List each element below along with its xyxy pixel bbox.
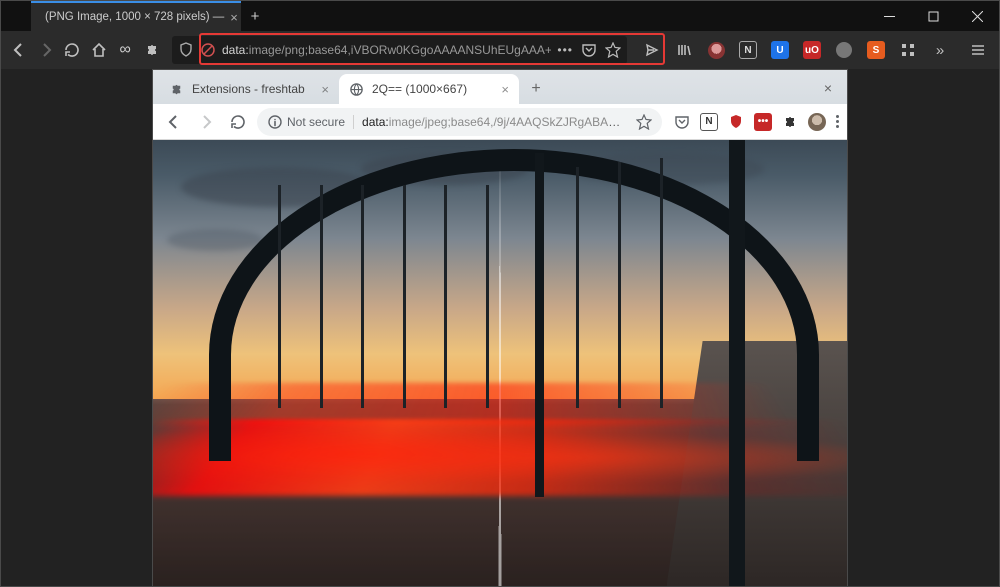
chrome-tab-image[interactable]: 2Q== (1000×667) ×: [339, 74, 519, 104]
pocket-icon[interactable]: [581, 42, 597, 58]
window-controls: [867, 1, 999, 31]
firefox-content-area: Extensions - freshtab × 2Q== (1000×667) …: [1, 69, 999, 586]
site-permission-icon[interactable]: [200, 42, 216, 58]
grid-extension-icon[interactable]: [893, 36, 923, 64]
globe-icon: [349, 82, 364, 97]
chrome-reload-button[interactable]: [225, 109, 251, 135]
chrome-tab-extensions[interactable]: Extensions - freshtab ×: [159, 74, 339, 104]
library-icon[interactable]: [669, 36, 699, 64]
bitwarden-extension-icon[interactable]: U: [765, 36, 795, 64]
chrome-back-button[interactable]: [161, 109, 187, 135]
stylus-extension-icon[interactable]: S: [861, 36, 891, 64]
chrome-window: Extensions - freshtab × 2Q== (1000×667) …: [153, 70, 847, 586]
forward-button[interactable]: [34, 36, 59, 64]
bridge-sunset-image: [153, 140, 847, 586]
firefox-toolbar: ∞ data:image/png;base64,iVBORw0KGgoAAAAN…: [1, 31, 999, 69]
addons-puzzle-icon[interactable]: [140, 36, 165, 64]
extensions-puzzle-icon[interactable]: [782, 114, 798, 130]
firefox-right-extensions: N U uO S »: [637, 36, 993, 64]
tab-close-icon[interactable]: ×: [501, 82, 509, 97]
lastpass-extension-icon[interactable]: •••: [754, 113, 772, 131]
firefox-url-bar[interactable]: data:image/png;base64,iVBORw0KGgoAAAANSU…: [172, 36, 627, 64]
notion-extension-icon[interactable]: N: [700, 113, 718, 131]
tab-close-icon[interactable]: ×: [230, 10, 238, 25]
chrome-close-window-button[interactable]: ×: [815, 75, 841, 101]
pocket-extension-icon[interactable]: [674, 114, 690, 130]
firefox-titlebar: (PNG Image, 1000 × 728 pixels) — × +: [1, 1, 999, 31]
separator: [353, 115, 354, 129]
security-chip[interactable]: Not secure: [267, 114, 345, 130]
chrome-content-viewport: [153, 140, 847, 586]
send-tab-icon[interactable]: [637, 36, 667, 64]
back-button[interactable]: [7, 36, 32, 64]
firefox-tab[interactable]: (PNG Image, 1000 × 728 pixels) — ×: [31, 1, 241, 31]
chrome-profile-avatar-icon[interactable]: [808, 113, 826, 131]
chrome-bookmark-star-icon[interactable]: [636, 114, 652, 130]
ublock-shield-icon[interactable]: [728, 114, 744, 130]
firefox-new-tab-button[interactable]: +: [241, 1, 269, 31]
tab-close-icon[interactable]: ×: [321, 82, 329, 97]
home-button[interactable]: [87, 36, 112, 64]
puzzle-icon: [169, 82, 184, 97]
tracking-protection-icon[interactable]: [178, 42, 194, 58]
page-actions-ellipsis-icon[interactable]: •••: [557, 43, 573, 57]
chrome-tab-title: 2Q== (1000×667): [372, 82, 467, 96]
firefox-url-text: data:image/png;base64,iVBORw0KGgoAAAANSU…: [222, 43, 551, 57]
chrome-tab-title: Extensions - freshtab: [192, 82, 305, 96]
chrome-menu-button[interactable]: [836, 115, 839, 128]
firefox-tab-title: (PNG Image, 1000 × 728 pixels) —: [45, 11, 224, 23]
chrome-tabbar: Extensions - freshtab × 2Q== (1000×667) …: [153, 70, 847, 104]
bookmark-star-icon[interactable]: [605, 42, 621, 58]
ublock-extension-icon[interactable]: uO: [797, 36, 827, 64]
chrome-new-tab-button[interactable]: +: [523, 76, 549, 102]
reload-button[interactable]: [60, 36, 85, 64]
misc-extension-icon[interactable]: [829, 36, 859, 64]
firefox-menu-button[interactable]: [963, 36, 993, 64]
info-icon: [267, 114, 283, 130]
chrome-forward-button[interactable]: [193, 109, 219, 135]
notion-extension-icon[interactable]: N: [733, 36, 763, 64]
chrome-url-text: data:image/jpeg;base64,/9j/4AAQSkZJRgABA…: [362, 115, 628, 129]
security-text: Not secure: [287, 115, 345, 129]
infinity-icon[interactable]: ∞: [113, 36, 138, 64]
chrome-toolbar: Not secure data:image/jpeg;base64,/9j/4A…: [153, 104, 847, 140]
account-avatar-icon[interactable]: [701, 36, 731, 64]
window-minimize-button[interactable]: [867, 1, 911, 31]
overflow-chevron-icon[interactable]: »: [925, 36, 955, 64]
window-close-button[interactable]: [955, 1, 999, 31]
chrome-url-bar[interactable]: Not secure data:image/jpeg;base64,/9j/4A…: [257, 108, 662, 136]
window-maximize-button[interactable]: [911, 1, 955, 31]
chrome-right-extensions: N •••: [674, 113, 839, 131]
